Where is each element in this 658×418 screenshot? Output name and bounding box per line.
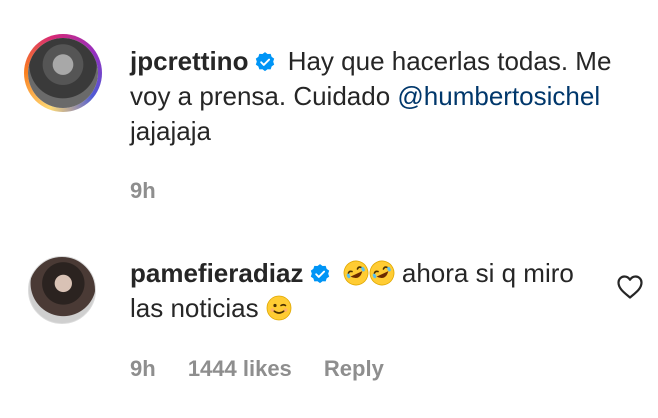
mention-link[interactable]: @humbertosichel	[397, 81, 600, 111]
reply-button[interactable]: Reply	[324, 356, 384, 381]
avatar-jpcrettino[interactable]	[28, 38, 98, 108]
comment-meta: 9h	[130, 178, 182, 204]
verified-badge-icon	[309, 259, 331, 284]
username-link[interactable]: jpcrettino	[130, 46, 248, 76]
comment-body: jpcrettino Hay que hacerlas todas. Me vo…	[130, 44, 630, 149]
timestamp[interactable]: 9h	[130, 356, 156, 381]
username-link[interactable]: pamefieradiaz	[130, 258, 303, 288]
comment-body: pamefieradiaz ahora si q miro las notici…	[130, 256, 600, 326]
timestamp[interactable]: 9h	[130, 178, 156, 203]
likes-count[interactable]: 1444 likes	[188, 356, 292, 381]
heart-outline-icon[interactable]	[616, 274, 644, 300]
comment-text-tail: jajajaja	[130, 116, 211, 146]
comment-pamefieradiaz: pamefieradiaz ahora si q miro las notici…	[0, 240, 658, 418]
rolling-on-floor-laughing-emoji-icon	[369, 260, 395, 286]
avatar-pamefieradiaz[interactable]	[28, 256, 96, 324]
comment-meta: 9h 1444 likes Reply	[130, 356, 410, 382]
winking-face-emoji-icon	[266, 295, 292, 321]
comment-jpcrettino: jpcrettino Hay que hacerlas todas. Me vo…	[0, 0, 658, 220]
verified-badge-icon	[254, 47, 276, 72]
rolling-on-floor-laughing-emoji-icon	[343, 260, 369, 286]
